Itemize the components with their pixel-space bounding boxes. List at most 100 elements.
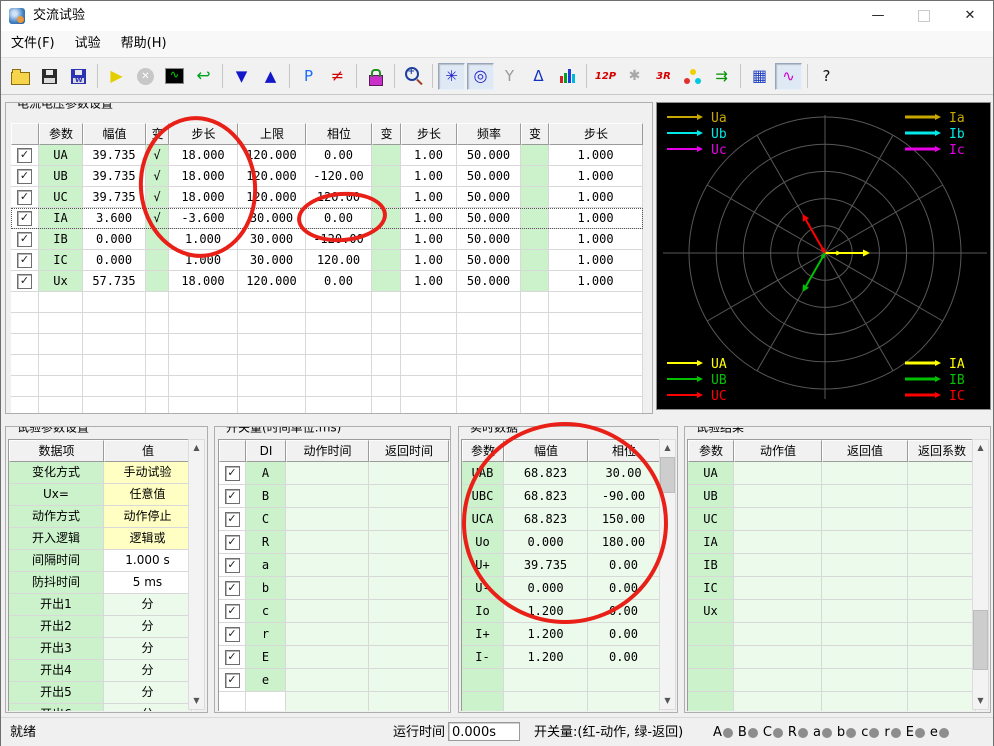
cell-step1[interactable]: 1.000 <box>169 229 238 250</box>
cell-param[interactable]: IB <box>39 229 83 250</box>
cell-step3[interactable]: 1.000 <box>549 271 643 292</box>
row-checkbox[interactable]: ✓ <box>17 169 32 184</box>
cell-step2[interactable]: 1.00 <box>401 271 457 292</box>
maximize-button[interactable] <box>901 1 947 31</box>
cell-step1[interactable]: -3.600 <box>169 208 238 229</box>
kv-value[interactable]: 分 <box>104 682 192 704</box>
not-equal-button[interactable]: ≠ <box>324 63 351 90</box>
row-checkbox[interactable]: ✓ <box>17 274 32 289</box>
kv-value[interactable]: 逻辑或 <box>104 528 192 550</box>
cell-var3[interactable] <box>521 229 549 250</box>
cell-step3[interactable]: 1.000 <box>549 208 643 229</box>
cell-var2[interactable] <box>372 166 401 187</box>
cell-freq[interactable]: 50.000 <box>457 250 521 271</box>
kv-value[interactable]: 分 <box>104 704 192 711</box>
cell-step2[interactable]: 1.00 <box>401 187 457 208</box>
cell-step3[interactable]: 1.000 <box>549 145 643 166</box>
cell-phase[interactable]: -120.00 <box>306 166 372 187</box>
cell-step3[interactable]: 1.000 <box>549 187 643 208</box>
kv-value[interactable]: 1.000 s <box>104 550 192 572</box>
cell-amplitude[interactable]: 0.000 <box>83 229 146 250</box>
cell-step1[interactable]: 18.000 <box>169 166 238 187</box>
scroll-up-arrow[interactable]: ▲ <box>973 440 988 456</box>
scroll-up-arrow[interactable]: ▲ <box>660 440 675 456</box>
phase-p-button[interactable]: P <box>295 63 322 90</box>
kv-value[interactable]: 分 <box>104 660 192 682</box>
cell-limit[interactable]: 120.000 <box>238 166 306 187</box>
scroll-up-arrow[interactable]: ▲ <box>189 440 204 456</box>
di-checkbox[interactable]: ✓ <box>224 535 240 550</box>
cell-step2[interactable]: 1.00 <box>401 166 457 187</box>
save-button[interactable] <box>36 63 63 90</box>
cell-step3[interactable]: 1.000 <box>549 166 643 187</box>
di-checkbox[interactable]: ✓ <box>224 489 240 504</box>
kv-value[interactable]: 分 <box>104 594 192 616</box>
cell-limit[interactable]: 30.000 <box>238 229 306 250</box>
cell-param[interactable]: UA <box>39 145 83 166</box>
cell-step2[interactable]: 1.00 <box>401 208 457 229</box>
cell-freq[interactable]: 50.000 <box>457 187 521 208</box>
cell-var1[interactable] <box>146 229 169 250</box>
cell-phase[interactable]: 120.00 <box>306 250 372 271</box>
lock-button[interactable] <box>362 63 389 90</box>
scroll-down-arrow[interactable]: ▼ <box>973 693 988 709</box>
cell-var2[interactable] <box>372 229 401 250</box>
cell-var2[interactable] <box>372 271 401 292</box>
minimize-button[interactable]: — <box>855 1 901 31</box>
export-report-button[interactable]: ⇉ <box>708 63 735 90</box>
di-checkbox[interactable]: ✓ <box>224 581 240 596</box>
start-test-button[interactable]: ▶ <box>103 63 130 90</box>
cell-amplitude[interactable]: 39.735 <box>83 187 146 208</box>
cell-var1[interactable]: √ <box>146 166 169 187</box>
cell-param[interactable]: UC <box>39 187 83 208</box>
cell-amplitude[interactable]: 0.000 <box>83 250 146 271</box>
zoom-button[interactable] <box>400 63 427 90</box>
cell-step1[interactable]: 18.000 <box>169 145 238 166</box>
cell-var2[interactable] <box>372 250 401 271</box>
cell-var3[interactable] <box>521 145 549 166</box>
kv-value[interactable]: 任意值 <box>104 484 192 506</box>
cell-var2[interactable] <box>372 187 401 208</box>
export-word-button[interactable]: W <box>65 63 92 90</box>
cell-freq[interactable]: 50.000 <box>457 166 521 187</box>
cell-limit[interactable]: 120.000 <box>238 187 306 208</box>
cell-amplitude[interactable]: 39.735 <box>83 145 146 166</box>
kv-value[interactable]: 手动试验 <box>104 462 192 484</box>
cell-phase[interactable]: 0.00 <box>306 271 372 292</box>
scroll-down-arrow[interactable]: ▼ <box>660 693 675 709</box>
row-checkbox[interactable]: ✓ <box>17 148 32 163</box>
row-checkbox[interactable]: ✓ <box>17 190 32 205</box>
cell-var3[interactable] <box>521 208 549 229</box>
star-refresh-button[interactable]: ✳ <box>438 62 465 90</box>
cell-var1[interactable] <box>146 271 169 292</box>
kv-value[interactable]: 动作停止 <box>104 506 192 528</box>
cell-limit[interactable]: 30.000 <box>238 208 306 229</box>
menu-item-1[interactable]: 文件(F) <box>1 31 65 57</box>
cell-phase[interactable]: 0.00 <box>306 145 372 166</box>
di-checkbox[interactable]: ✓ <box>224 604 240 619</box>
di-checkbox[interactable]: ✓ <box>224 512 240 527</box>
cell-var1[interactable] <box>146 250 169 271</box>
scroll-down-arrow[interactable]: ▼ <box>189 693 204 709</box>
close-button[interactable]: ✕ <box>947 1 993 31</box>
cell-param[interactable]: UB <box>39 166 83 187</box>
vertical-scrollbar[interactable]: ▲ ▼ <box>972 439 989 710</box>
vertical-scrollbar[interactable]: ▲ ▼ <box>659 439 676 710</box>
cell-var1[interactable]: √ <box>146 208 169 229</box>
cell-step1[interactable]: 18.000 <box>169 271 238 292</box>
delta-connection-button[interactable]: Δ <box>525 63 552 90</box>
cell-freq[interactable]: 50.000 <box>457 229 521 250</box>
cell-limit[interactable]: 30.000 <box>238 250 306 271</box>
open-file-button[interactable] <box>7 63 34 90</box>
cell-limit[interactable]: 120.000 <box>238 145 306 166</box>
vertical-scrollbar[interactable]: ▲ ▼ <box>188 439 205 710</box>
waveform-view-button[interactable]: ∿ <box>775 62 802 90</box>
step-up-button[interactable]: ▲ <box>257 63 284 90</box>
cell-var3[interactable] <box>521 187 549 208</box>
cell-step2[interactable]: 1.00 <box>401 250 457 271</box>
menu-item-2[interactable]: 试验 <box>65 31 111 57</box>
scroll-thumb[interactable] <box>660 457 675 493</box>
node-diagram-button[interactable] <box>679 63 706 90</box>
context-help-button[interactable]: ? <box>813 63 840 90</box>
cell-step1[interactable]: 18.000 <box>169 187 238 208</box>
